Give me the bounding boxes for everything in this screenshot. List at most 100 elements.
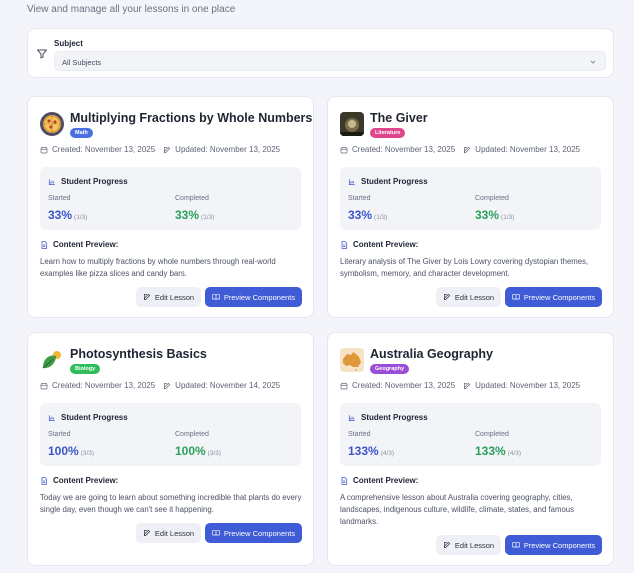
subject-filter-label: Subject bbox=[54, 39, 83, 48]
started-label: Started bbox=[348, 195, 371, 202]
australia-map-icon bbox=[340, 348, 364, 372]
edit-lesson-label: Edit Lesson bbox=[454, 292, 495, 302]
completed-fraction: (1/3) bbox=[501, 214, 515, 221]
subject-badge: Literature bbox=[370, 128, 406, 138]
completed-value: 33% (1/3) bbox=[175, 208, 214, 222]
edit-icon bbox=[464, 382, 471, 389]
started-fraction: (3/3) bbox=[80, 450, 95, 457]
lesson-card: Australia Geography Geography Created: N… bbox=[327, 332, 614, 566]
completed-percent: 33% bbox=[175, 208, 200, 222]
updated-date: Updated: November 13, 2025 bbox=[175, 145, 281, 154]
edit-icon bbox=[443, 293, 451, 300]
started-percent: 100% bbox=[48, 444, 79, 458]
created-date: Created: November 13, 2025 bbox=[352, 381, 456, 390]
preview-components-button[interactable]: Preview Components bbox=[505, 287, 602, 307]
started-value: 133% (4/3) bbox=[348, 444, 394, 458]
bar-chart-icon bbox=[48, 178, 55, 185]
completed-value: 133% (4/3) bbox=[475, 444, 521, 458]
lesson-title: The Giver bbox=[370, 111, 428, 125]
lesson-card: The Giver Literature Created: November 1… bbox=[327, 96, 614, 318]
preview-components-button[interactable]: Preview Components bbox=[205, 287, 302, 307]
edit-lesson-label: Edit Lesson bbox=[154, 528, 195, 538]
completed-label: Completed bbox=[175, 195, 209, 202]
content-preview-title: Content Preview: bbox=[53, 476, 119, 485]
started-value: 33% (1/3) bbox=[348, 208, 387, 222]
student-progress-panel: Student Progress Started Completed 133%(… bbox=[340, 403, 601, 466]
started-label: Started bbox=[48, 195, 71, 202]
document-icon bbox=[341, 240, 348, 249]
lesson-dates: Created: November 13, 2025 Updated: Nove… bbox=[340, 381, 580, 390]
preview-components-label: Preview Components bbox=[523, 540, 596, 550]
preview-components-label: Preview Components bbox=[523, 292, 596, 302]
student-progress-panel: Student Progress Started Completed 33% (1… bbox=[340, 167, 601, 230]
completed-label: Completed bbox=[175, 431, 209, 438]
created-date: Created: November 13, 2025 bbox=[52, 381, 156, 390]
progress-title: Student Progress bbox=[361, 413, 428, 422]
subject-filter-panel: Subject All Subjects bbox=[27, 28, 614, 78]
page-subtitle: View and manage all your lessons in one … bbox=[27, 4, 236, 15]
edit-lesson-button[interactable]: Edit Lesson bbox=[136, 523, 201, 543]
started-fraction: (4/3) bbox=[380, 450, 395, 457]
content-preview-title: Content Preview: bbox=[353, 240, 419, 249]
edit-icon bbox=[143, 529, 151, 536]
progress-title: Student Progress bbox=[361, 177, 428, 186]
edit-lesson-label: Edit Lesson bbox=[154, 292, 195, 302]
preview-components-label: Preview Components bbox=[223, 528, 296, 538]
filter-icon bbox=[37, 49, 47, 59]
open-book-icon bbox=[212, 530, 220, 536]
completed-percent: 33% bbox=[475, 208, 500, 222]
completed-fraction: (3/3) bbox=[207, 450, 222, 457]
created-date: Created: November 13, 2025 bbox=[52, 145, 156, 154]
pizza-icon bbox=[40, 112, 64, 136]
completed-label: Completed bbox=[475, 195, 509, 202]
created-date: Created: November 13, 2025 bbox=[352, 145, 456, 154]
subject-select-value: All Subjects bbox=[62, 58, 102, 67]
started-fraction: (1/3) bbox=[374, 214, 388, 221]
lesson-dates: Created: November 13, 2025 Updated: Nove… bbox=[40, 145, 280, 154]
lesson-card: Photosynthesis Basics Biology Created: N… bbox=[27, 332, 314, 566]
open-book-icon bbox=[512, 542, 520, 548]
started-label: Started bbox=[48, 431, 71, 438]
progress-title: Student Progress bbox=[61, 413, 128, 422]
subject-select[interactable]: All Subjects bbox=[54, 51, 606, 71]
edit-lesson-label: Edit Lesson bbox=[454, 540, 495, 550]
preview-components-button[interactable]: Preview Components bbox=[205, 523, 302, 543]
student-progress-panel: Student Progress Started Completed 33% (1… bbox=[40, 167, 301, 230]
preview-components-button[interactable]: Preview Components bbox=[505, 535, 602, 555]
open-book-icon bbox=[212, 294, 220, 300]
lesson-dates: Created: November 13, 2025 Updated: Nove… bbox=[40, 381, 280, 390]
edit-icon bbox=[164, 382, 171, 389]
progress-title: Student Progress bbox=[61, 177, 128, 186]
document-icon bbox=[41, 476, 48, 485]
content-preview-title: Content Preview: bbox=[353, 476, 419, 485]
calendar-icon bbox=[340, 382, 348, 389]
started-percent: 33% bbox=[48, 208, 73, 222]
subject-badge: Math bbox=[70, 128, 93, 138]
bar-chart-icon bbox=[348, 414, 355, 421]
edit-lesson-button[interactable]: Edit Lesson bbox=[136, 287, 201, 307]
lesson-title: Multiplying Fractions by Whole Numbers bbox=[70, 111, 313, 125]
completed-percent: 100% bbox=[175, 444, 206, 458]
calendar-icon bbox=[340, 146, 348, 153]
edit-lesson-button[interactable]: Edit Lesson bbox=[436, 287, 501, 307]
document-icon bbox=[41, 240, 48, 249]
started-percent: 33% bbox=[348, 208, 373, 222]
bar-chart-icon bbox=[48, 414, 55, 421]
open-book-icon bbox=[512, 294, 520, 300]
document-icon bbox=[341, 476, 348, 485]
subject-badge: Geography bbox=[370, 364, 410, 374]
started-fraction: (1/3) bbox=[74, 214, 88, 221]
leaf-sun-icon bbox=[40, 348, 64, 372]
student-progress-panel: Student Progress Started Completed 100%(… bbox=[40, 403, 301, 466]
calendar-icon bbox=[40, 382, 48, 389]
completed-value: 100% (3/3) bbox=[175, 444, 221, 458]
edit-lesson-button[interactable]: Edit Lesson bbox=[436, 535, 501, 555]
chevron-down-icon bbox=[590, 60, 596, 64]
bar-chart-icon bbox=[348, 178, 355, 185]
started-percent: 133% bbox=[348, 444, 379, 458]
edit-icon bbox=[464, 146, 471, 153]
updated-date: Updated: November 13, 2025 bbox=[475, 381, 581, 390]
lesson-title: Australia Geography bbox=[370, 347, 493, 361]
edit-icon bbox=[443, 541, 451, 548]
started-value: 33% (1/3) bbox=[48, 208, 87, 222]
